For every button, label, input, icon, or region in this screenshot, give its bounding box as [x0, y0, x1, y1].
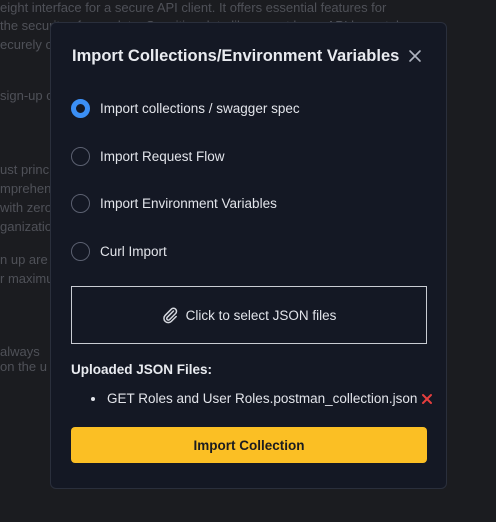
- option-import-request-flow[interactable]: Import Request Flow: [71, 145, 225, 167]
- option-curl-import[interactable]: Curl Import: [71, 240, 167, 262]
- background-text: r maximu: [0, 271, 54, 286]
- background-text: always: [0, 344, 40, 359]
- background-text: on the u: [0, 359, 47, 374]
- close-icon: [409, 50, 421, 62]
- option-label: Import collections / swagger spec: [100, 100, 300, 116]
- paperclip-icon: [162, 307, 177, 324]
- modal-title: Import Collections/Environment Variables: [72, 47, 400, 65]
- file-name: GET Roles and User Roles.postman_collect…: [107, 391, 418, 406]
- select-json-files-button[interactable]: Click to select JSON files: [71, 286, 427, 344]
- close-button[interactable]: [407, 48, 423, 64]
- select-files-label: Click to select JSON files: [185, 307, 337, 323]
- background-text: sign-up c: [0, 88, 53, 103]
- import-modal: Import Collections/Environment Variables…: [50, 22, 447, 489]
- option-import-collections[interactable]: Import collections / swagger spec: [71, 97, 300, 119]
- remove-file-icon[interactable]: [421, 393, 433, 405]
- radio-button-checked[interactable]: [71, 98, 90, 118]
- option-label: Import Request Flow: [100, 148, 225, 164]
- background-text: ganizatio: [0, 219, 53, 234]
- background-text: n up are: [0, 252, 48, 267]
- bullet: [91, 396, 95, 401]
- option-label: Curl Import: [100, 243, 167, 259]
- option-label: Import Environment Variables: [100, 195, 277, 211]
- background-text: with zero: [0, 200, 53, 215]
- uploaded-file-item: GET Roles and User Roles.postman_collect…: [91, 391, 433, 406]
- radio-button[interactable]: [71, 241, 90, 261]
- uploaded-files-heading: Uploaded JSON Files:: [71, 362, 213, 377]
- radio-button[interactable]: [71, 146, 90, 166]
- background-text: ecurely o: [0, 37, 53, 52]
- option-import-environment-variables[interactable]: Import Environment Variables: [71, 192, 277, 214]
- import-collection-button[interactable]: Import Collection: [71, 427, 427, 463]
- background-text: eight interface for a secure API client.…: [0, 0, 387, 15]
- background-text: ust princ: [0, 162, 50, 177]
- radio-button[interactable]: [71, 193, 90, 213]
